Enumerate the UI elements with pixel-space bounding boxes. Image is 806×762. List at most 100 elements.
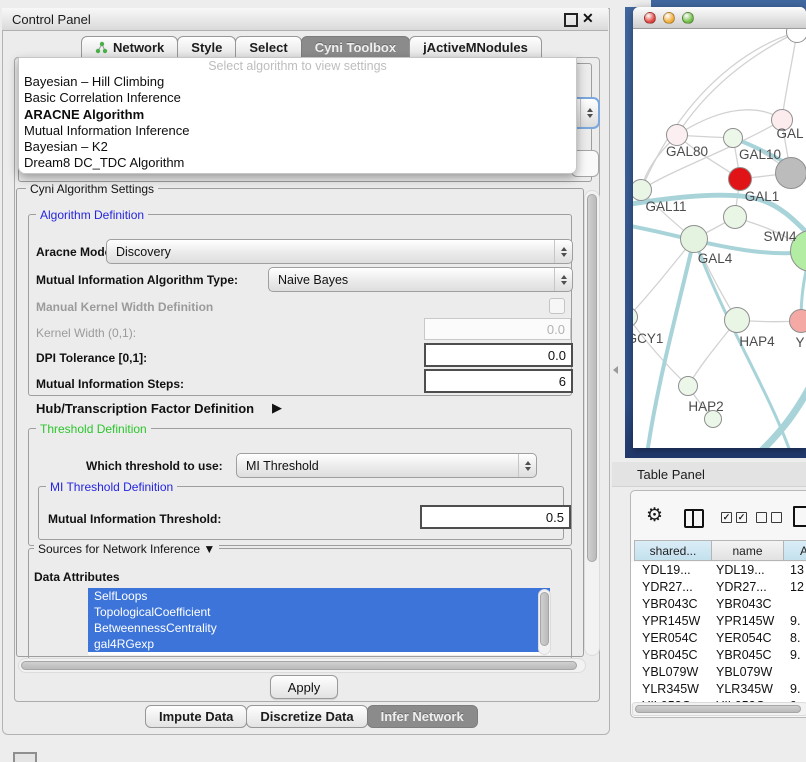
algorithm-option[interactable]: Dream8 DC_TDC Algorithm bbox=[19, 155, 576, 171]
table-row[interactable]: YBL079WYBL079W bbox=[631, 664, 806, 681]
algorithm-dropdown: Select algorithm to view settings Bayesi… bbox=[18, 57, 577, 174]
attribute-list-item[interactable]: BetweennessCentrality bbox=[88, 620, 550, 636]
control-panel-titlebar[interactable] bbox=[2, 8, 608, 31]
network-node-label: GAL80 bbox=[666, 144, 708, 159]
table-horizontal-scrollbar[interactable] bbox=[632, 702, 806, 716]
minimize-traffic-light-icon[interactable] bbox=[663, 12, 675, 24]
mi-steps-field[interactable]: 6 bbox=[424, 369, 573, 393]
mi-threshold-group-title: MI Threshold Definition bbox=[46, 480, 177, 494]
table-cell: YPR145W bbox=[716, 614, 774, 628]
algorithm-option[interactable]: Bayesian – Hill Climbing bbox=[19, 74, 576, 90]
algorithm-option[interactable]: ARACNE Algorithm bbox=[19, 107, 576, 123]
table-cell: YDL19... bbox=[642, 563, 691, 577]
network-node[interactable] bbox=[666, 124, 688, 146]
settings-vertical-scrollbar[interactable] bbox=[584, 190, 600, 656]
network-node[interactable] bbox=[723, 128, 743, 148]
table-row[interactable]: YBR043CYBR043C bbox=[631, 596, 806, 613]
data-attributes-list[interactable]: SelfLoopsTopologicalCoefficientBetweenne… bbox=[88, 588, 550, 655]
which-threshold-combobox[interactable]: MI Threshold bbox=[236, 453, 537, 478]
table-cell: YDR27... bbox=[642, 580, 693, 594]
float-window-icon[interactable] bbox=[564, 13, 578, 27]
column-header-name[interactable]: name bbox=[711, 540, 784, 561]
network-node[interactable] bbox=[724, 307, 750, 333]
expand-arrow-icon[interactable]: ▶ bbox=[272, 400, 282, 416]
algorithm-option[interactable]: Mutual Information Inference bbox=[19, 123, 576, 139]
network-node-label: GAL bbox=[776, 126, 803, 141]
table-panel-header[interactable]: Table Panel bbox=[612, 462, 806, 487]
tab-discretize-data[interactable]: Discretize Data bbox=[246, 705, 367, 728]
network-node[interactable] bbox=[728, 167, 752, 191]
attribute-list-item[interactable]: TopologicalCoefficient bbox=[88, 604, 550, 620]
algorithm-option[interactable]: Basic Correlation Inference bbox=[19, 90, 576, 106]
columns-icon[interactable] bbox=[684, 509, 704, 528]
network-node-label: Y bbox=[795, 335, 804, 350]
close-traffic-light-icon[interactable] bbox=[644, 12, 656, 24]
tab-infer-network[interactable]: Infer Network bbox=[367, 705, 478, 728]
splitter-collapse-icon[interactable] bbox=[613, 366, 618, 374]
dpi-tolerance-field[interactable]: 0.0 bbox=[424, 343, 573, 367]
table-row[interactable]: YDR27...YDR27...12 bbox=[631, 579, 806, 596]
tab-select[interactable]: Select bbox=[235, 36, 301, 59]
table-cell: 9. bbox=[790, 648, 800, 662]
bottom-tabs: Impute Data Discretize Data Infer Networ… bbox=[146, 705, 478, 728]
attributes-scrollbar[interactable] bbox=[538, 589, 551, 655]
table-row[interactable]: YDL19...YDL19...13 bbox=[631, 562, 806, 579]
sources-title[interactable]: Sources for Network Inference ▼ bbox=[34, 542, 219, 556]
apply-button[interactable]: Apply bbox=[270, 675, 338, 699]
tab-impute-data[interactable]: Impute Data bbox=[145, 705, 247, 728]
network-node-label: GAL4 bbox=[698, 251, 733, 266]
hub-definition-label[interactable]: Hub/Transcription Factor Definition bbox=[36, 401, 254, 416]
network-node[interactable] bbox=[723, 205, 747, 229]
table-cell: YBR043C bbox=[642, 597, 698, 611]
algorithm-option[interactable]: Bayesian – K2 bbox=[19, 139, 576, 155]
docked-panel-icon[interactable] bbox=[13, 752, 37, 762]
kernel-width-value: 0.0 bbox=[547, 322, 565, 337]
aracne-mode-label: Aracne Mode: bbox=[36, 245, 115, 259]
mi-type-combobox[interactable]: Naive Bayes bbox=[268, 267, 573, 292]
network-node[interactable] bbox=[678, 376, 698, 396]
table-row[interactable]: YBR045CYBR045C9. bbox=[631, 647, 806, 664]
zoom-traffic-light-icon[interactable] bbox=[682, 12, 694, 24]
gear-icon[interactable]: ⚙ bbox=[646, 506, 663, 525]
tab-style-label: Style bbox=[191, 40, 222, 55]
network-node-label: GAL10 bbox=[739, 147, 781, 162]
column-header-shared[interactable]: shared... bbox=[634, 540, 712, 561]
table-row[interactable]: YER054CYER054C8. bbox=[631, 630, 806, 647]
mi-type-value: Naive Bayes bbox=[278, 273, 348, 287]
table-cell: YER054C bbox=[716, 631, 772, 645]
mi-threshold-field[interactable]: 0.5 bbox=[420, 505, 571, 529]
table-cell: YER054C bbox=[642, 631, 698, 645]
dpi-tolerance-label: DPI Tolerance [0,1]: bbox=[36, 351, 147, 365]
network-canvas[interactable]: GALGAL80GAL10GAL1GAL11SWI4GAL4GCY1HAP4YH… bbox=[633, 29, 806, 448]
tab-jactivemnodules[interactable]: jActiveMNodules bbox=[409, 36, 542, 59]
kernel-width-field[interactable]: 0.0 bbox=[424, 318, 571, 340]
node-table[interactable]: YDL19...YDL19...13YDR27...YDR27...12YBR0… bbox=[631, 562, 806, 704]
table-cell: YPR145W bbox=[642, 614, 700, 628]
attribute-list-item[interactable]: gal4RGexp bbox=[88, 636, 550, 652]
table-row[interactable]: YPR145WYPR145W9. bbox=[631, 613, 806, 630]
network-node[interactable] bbox=[789, 309, 806, 333]
close-icon[interactable]: ✕ bbox=[582, 10, 594, 27]
attribute-list-item[interactable]: SelfLoops bbox=[88, 588, 550, 604]
kernel-width-label: Kernel Width (0,1): bbox=[36, 326, 136, 340]
aracne-mode-combobox[interactable]: Discovery bbox=[106, 239, 573, 264]
combo-stepper-icon bbox=[554, 268, 572, 291]
network-window-titlebar[interactable] bbox=[633, 7, 806, 29]
frame-corner bbox=[625, 0, 651, 7]
deselect-all-checks-icon[interactable] bbox=[756, 512, 782, 523]
network-node[interactable] bbox=[680, 225, 708, 253]
network-node-label: GAL11 bbox=[645, 199, 686, 214]
table-panel-title: Table Panel bbox=[637, 467, 705, 482]
manual-kernel-checkbox[interactable] bbox=[549, 298, 565, 314]
settings-horizontal-scrollbar[interactable] bbox=[18, 658, 586, 673]
table-row[interactable]: YLR345WYLR345W9. bbox=[631, 681, 806, 698]
select-all-checks-icon[interactable]: ✓ ✓ bbox=[721, 512, 747, 523]
tab-cyni-toolbox[interactable]: Cyni Toolbox bbox=[301, 36, 410, 59]
new-table-icon[interactable] bbox=[793, 506, 806, 527]
tab-jactivemnodules-label: jActiveMNodules bbox=[423, 40, 528, 55]
table-cell: YBL079W bbox=[716, 665, 772, 679]
column-header-partial[interactable]: A bbox=[783, 540, 806, 561]
data-attributes-label: Data Attributes bbox=[34, 570, 120, 584]
tab-style[interactable]: Style bbox=[177, 36, 236, 59]
tab-network[interactable]: Network bbox=[81, 36, 178, 59]
